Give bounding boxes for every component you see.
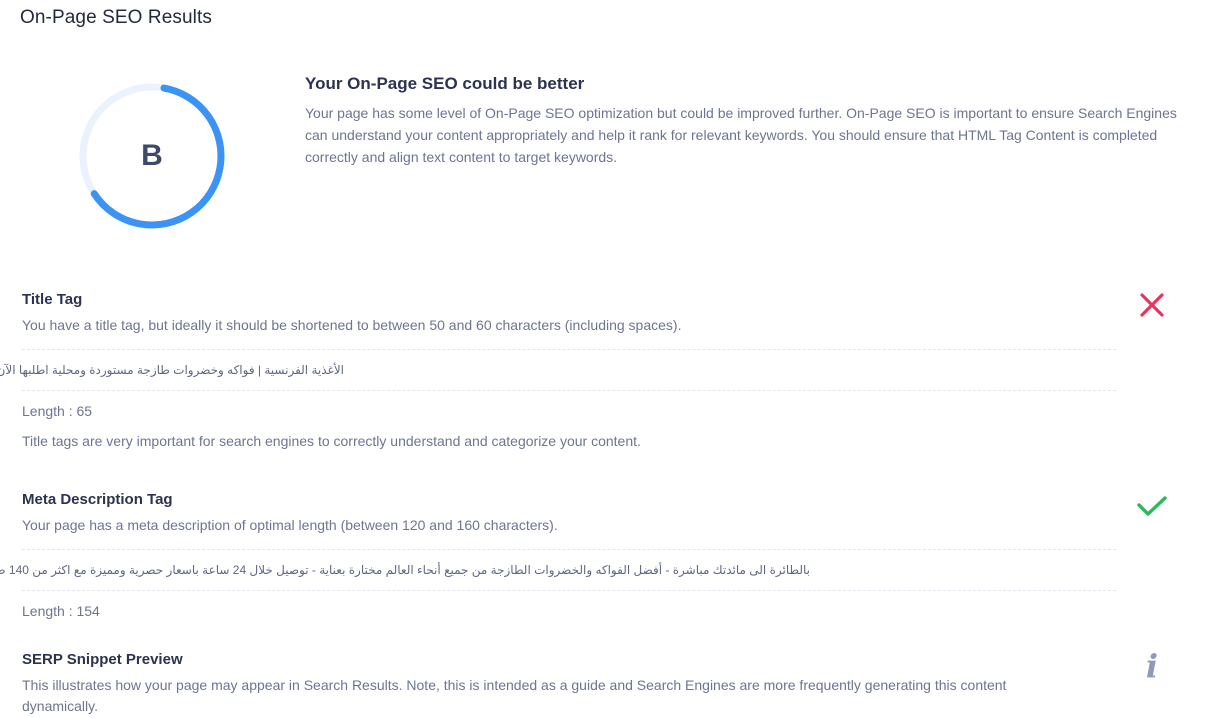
summary-body: Your page has some level of On-Page SEO …: [305, 102, 1226, 168]
summary-line: can understand your content appropriatel…: [305, 127, 1158, 143]
score-gauge: B: [70, 74, 234, 238]
meta-description-summary: Your page has a meta description of opti…: [22, 517, 558, 533]
serp-preview-line: This illustrates how your page may appea…: [22, 677, 1007, 693]
score-grade: B: [141, 139, 163, 172]
svg-text:i: i: [1146, 649, 1158, 681]
check-icon: [1136, 489, 1168, 521]
meta-description-heading: Meta Description Tag: [22, 491, 173, 508]
serp-preview-heading: SERP Snippet Preview: [22, 651, 183, 668]
title-tag-section: Title Tag You have a title tag, but idea…: [0, 289, 1116, 452]
seo-results-page: On-Page SEO Results B Your On-Page SEO c…: [0, 0, 1226, 718]
serp-preview-line: dynamically.: [22, 698, 98, 714]
serp-preview-description: This illustrates how your page may appea…: [22, 675, 1116, 717]
summary-line: correctly and align text content to targ…: [305, 149, 618, 165]
score-summary: Your On-Page SEO could be better Your pa…: [305, 74, 1226, 168]
title-tag-length: Length : 65: [22, 403, 93, 419]
title-tag-heading: Title Tag: [22, 291, 83, 308]
meta-description-length: Length : 154: [22, 603, 100, 619]
title-tag-content: الأغذية الفرنسية | فواكه وخضروات طازجة م…: [0, 363, 344, 377]
cross-icon: [1136, 289, 1168, 321]
title-tag-description: You have a title tag, but ideally it sho…: [22, 317, 682, 333]
summary-heading: Your On-Page SEO could be better: [305, 74, 585, 93]
meta-description-section: Meta Description Tag Your page has a met…: [0, 489, 1116, 631]
serp-preview-section: SERP Snippet Preview This illustrates ho…: [22, 649, 1116, 717]
page-title: On-Page SEO Results: [20, 7, 212, 28]
info-icon: i: [1136, 647, 1168, 685]
summary-line: Your page has some level of On-Page SEO …: [305, 105, 1177, 121]
meta-description-content: بالطائرة الى مائدتك مباشرة - أفضل الفواك…: [0, 563, 810, 577]
title-tag-note: Title tags are very important for search…: [22, 433, 641, 449]
